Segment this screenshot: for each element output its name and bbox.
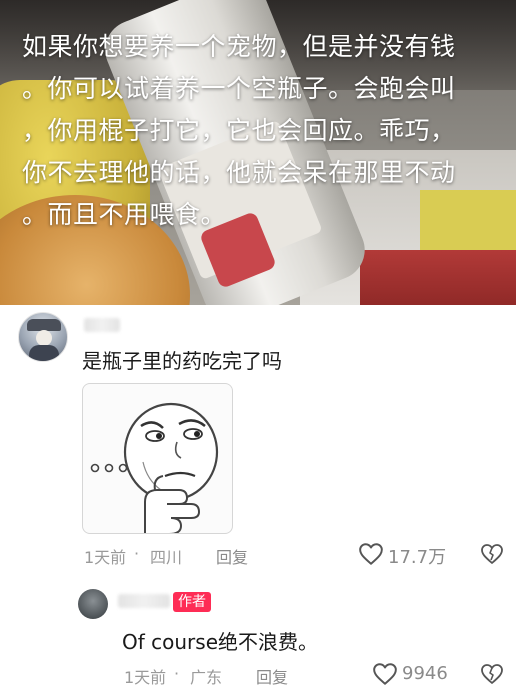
reply-text: Of course绝不浪费。: [122, 630, 318, 654]
author-badge: 作者: [173, 592, 211, 612]
broken-heart-icon[interactable]: [480, 662, 504, 686]
caption-line: 如果你想要养一个宠物，但是并没有钱: [22, 32, 456, 61]
background-red-box: [360, 250, 516, 305]
broken-heart-icon[interactable]: [480, 542, 504, 566]
username-blurred[interactable]: [118, 594, 170, 608]
avatar[interactable]: [78, 589, 108, 619]
heart-outline-icon[interactable]: [358, 542, 384, 566]
reply-time: 1天前: [124, 668, 167, 687]
caption-line: 你不去理他的话，他就会呆在那里不动: [22, 158, 456, 187]
reply-location: 广东: [190, 668, 223, 687]
post-image[interactable]: 如果你想要养一个宠物，但是并没有钱 。你可以试着养一个空瓶子。会跑会叫 ，你用棍…: [0, 0, 516, 305]
reply-button[interactable]: 回复: [216, 544, 248, 568]
caption-line: 。你可以试着养一个空瓶子。会跑会叫: [22, 74, 456, 103]
thinking-face-sticker: [90, 402, 219, 533]
caption-line: 。而且不用喂食。: [22, 200, 227, 229]
comment-text: 是瓶子里的药吃完了吗: [82, 349, 282, 373]
avatar-coat: [29, 345, 59, 361]
comment-time: 1天前: [84, 548, 127, 567]
caption-line: ，你用棍子打它，它也会回应。乖巧，: [22, 116, 456, 145]
comment-location: 四川: [150, 548, 183, 567]
avatar-face: [36, 330, 52, 346]
meta-separator: ·: [174, 664, 180, 683]
meta-separator: ·: [134, 544, 140, 563]
post-caption: 如果你想要养一个宠物，但是并没有钱 。你可以试着养一个空瓶子。会跑会叫 ，你用棍…: [22, 26, 502, 236]
like-count: 9946: [402, 663, 448, 684]
avatar[interactable]: [18, 312, 68, 362]
heart-outline-icon[interactable]: [372, 662, 398, 686]
username-blurred[interactable]: [84, 318, 120, 332]
like-count: 17.7万: [388, 547, 447, 568]
reply-button[interactable]: 回复: [256, 664, 288, 687]
sticker-image[interactable]: [82, 383, 233, 534]
